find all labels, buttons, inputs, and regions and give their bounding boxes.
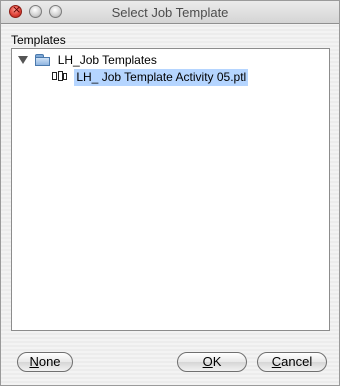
selected-template-label: LH_ Job Template Activity 05.ptl <box>74 69 249 86</box>
templates-label: Templates <box>11 33 66 47</box>
folder-icon <box>35 53 51 66</box>
tree-node-label: LH_Job Templates <box>57 53 157 67</box>
disclosure-triangle-icon[interactable] <box>18 55 28 64</box>
title-bar[interactable]: Select Job Template <box>1 1 339 24</box>
window-title: Select Job Template <box>111 5 229 20</box>
ok-button[interactable]: OK <box>177 352 247 372</box>
cancel-button[interactable]: Cancel <box>257 352 327 372</box>
tree-node-template-activity-05[interactable]: LH_ Job Template Activity 05.ptl <box>52 69 249 86</box>
template-tree[interactable]: LH_Job Templates LH_ Job Template Activi… <box>11 48 330 331</box>
none-button[interactable]: None <box>17 352 73 372</box>
tree-node-lh-job-templates[interactable]: LH_Job Templates <box>18 52 157 69</box>
dialog-window: Select Job Template Templates LH_Job Tem… <box>0 0 340 386</box>
template-icon <box>52 71 68 82</box>
